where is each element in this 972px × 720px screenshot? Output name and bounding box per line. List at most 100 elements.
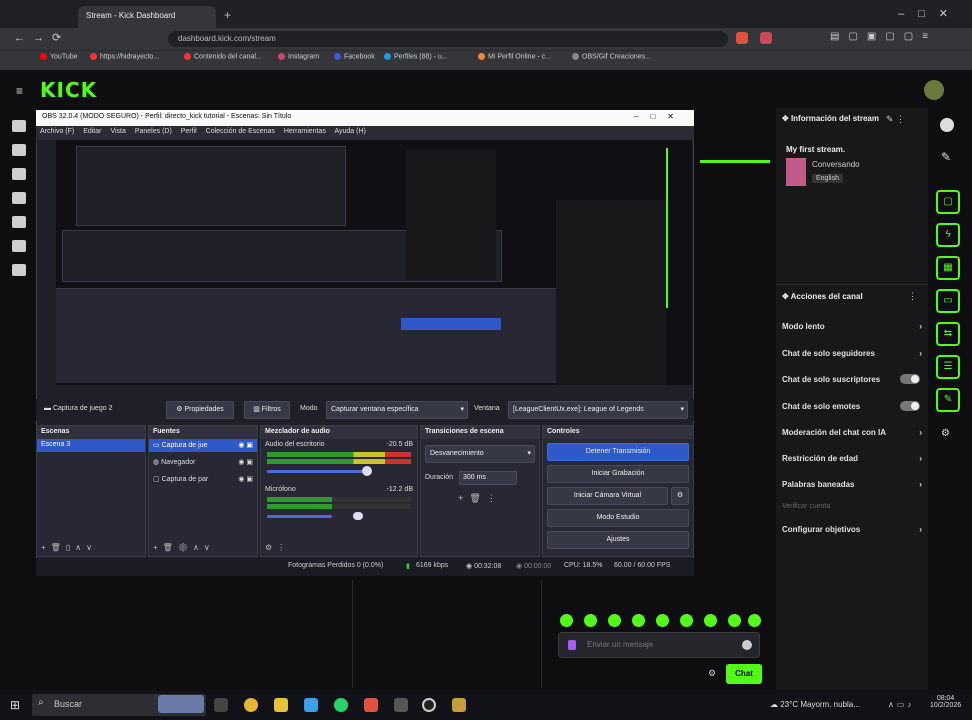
eye-lock-icon[interactable]: ◉ ▣ [238, 458, 253, 466]
volume-slider[interactable] [267, 466, 411, 478]
sidebar-home-icon[interactable] [12, 120, 26, 132]
emote-icon[interactable] [632, 614, 645, 627]
stream-category[interactable]: Conversando [812, 160, 860, 169]
emote-icon[interactable] [560, 614, 573, 627]
tab-kick-dashboard[interactable]: Stream - Kick Dashboard [78, 6, 216, 28]
bookmark-item[interactable]: YouTube [40, 53, 78, 60]
source-item[interactable]: ▢ Captura de par ◉ ▣ [149, 473, 257, 486]
sidebar-chat-icon[interactable] [12, 192, 26, 204]
studio-mode-button[interactable]: Modo Estudio [547, 509, 689, 527]
chat-icon[interactable]: ▭ [936, 289, 960, 313]
volume-slider[interactable] [267, 511, 411, 523]
scene-toolbar-icons[interactable]: +🗑▯∧∨ [41, 543, 97, 552]
bookmark-item[interactable]: Instagram [278, 53, 319, 60]
bookmark-item[interactable]: Facebook [334, 53, 375, 60]
source-item[interactable]: ◍ Navegador ◉ ▣ [149, 456, 257, 469]
menu-profile[interactable]: Perfil [181, 128, 197, 135]
menu-view[interactable]: Vista [110, 128, 125, 135]
raid-icon[interactable]: ⇆ [936, 322, 960, 346]
emote-icon[interactable] [656, 614, 669, 627]
new-tab-icon[interactable]: + [224, 8, 231, 22]
mixer-toolbar-icons[interactable]: ⚙⋮ [265, 543, 290, 552]
extension-icon[interactable] [760, 32, 772, 44]
obs-taskbar-icon[interactable] [422, 698, 436, 712]
stop-streaming-button[interactable]: Detener Transmisión [547, 443, 689, 461]
drag-icon[interactable]: ✥ [782, 292, 791, 301]
menu-scene-collection[interactable]: Colección de Escenas [206, 128, 275, 135]
emoji-icon[interactable] [742, 640, 752, 650]
transition-toolbar-icons[interactable]: +🗑⋮ [421, 493, 539, 504]
emote-icon[interactable] [680, 614, 693, 627]
emote-icon[interactable] [584, 614, 597, 627]
clock[interactable]: 08:04 10/2/2026 [930, 695, 961, 709]
slider-handle[interactable] [353, 512, 364, 520]
toolbar-icons[interactable]: ▤▢▣▢▢≡ [830, 31, 937, 42]
source-item[interactable]: ▭ Captura de jue ◉ ▣ [149, 439, 257, 452]
obs-window-controls-icon[interactable]: –□✕ [634, 112, 686, 121]
start-virtual-camera-button[interactable]: Iniciar Cámara Virtual [547, 487, 668, 505]
whatsapp-icon[interactable] [334, 698, 348, 712]
bookmark-item[interactable]: Perfiles (88) - u... [384, 53, 448, 60]
chat-input[interactable]: Enviar un mensaje [558, 632, 760, 658]
menu-docks[interactable]: Paneles (D) [135, 128, 172, 135]
slider-handle[interactable] [362, 466, 373, 476]
duration-input[interactable]: 300 ms [458, 471, 517, 485]
emote-icon[interactable] [608, 614, 621, 627]
emotes-only-toggle[interactable] [900, 401, 920, 411]
calendar-icon[interactable]: ▦ [936, 256, 960, 280]
action-ai-moderation[interactable]: Moderación del chat con IA › [782, 428, 922, 437]
properties-button[interactable]: ⚙ Propiedades [166, 401, 234, 419]
avatar[interactable] [924, 80, 944, 100]
menu-icon[interactable]: ≡ [16, 84, 23, 98]
file-explorer-icon[interactable] [274, 698, 288, 712]
profile-icon[interactable] [940, 118, 954, 132]
filters-button[interactable]: ▥ Filtros [244, 401, 290, 419]
sidebar-content-icon[interactable] [12, 240, 26, 252]
obs-preview[interactable] [56, 140, 692, 385]
brave-shield-icon[interactable] [736, 32, 748, 44]
mode-select[interactable]: Capturar ventana específica ▾ [326, 401, 468, 419]
task-view-icon[interactable] [214, 698, 228, 712]
store-icon[interactable] [304, 698, 318, 712]
brave-icon[interactable] [364, 698, 378, 712]
more-icon[interactable]: ⋮ [908, 291, 917, 302]
menu-edit[interactable]: Editar [83, 128, 101, 135]
sidebar-settings-icon[interactable] [12, 264, 26, 276]
app-icon[interactable] [394, 698, 408, 712]
eye-lock-icon[interactable]: ◉ ▣ [238, 441, 253, 449]
kick-logo[interactable]: KICK [40, 78, 97, 102]
bookmark-item[interactable]: https://hidrayecto... [90, 53, 159, 60]
chat-settings-icon[interactable]: ⚙ [708, 668, 716, 679]
bookmark-item[interactable]: Contenido del canal... [184, 53, 262, 60]
bookmark-item[interactable]: OBS/Gif Creaciones... [572, 53, 651, 60]
menu-help[interactable]: Ayuda (H) [334, 128, 365, 135]
action-configure-goals[interactable]: Configurar objetivos › [782, 525, 922, 534]
subscribers-only-toggle[interactable] [900, 374, 920, 384]
chrome-icon[interactable] [244, 698, 258, 712]
sidebar-stream-icon[interactable] [12, 144, 26, 156]
source-toolbar-icons[interactable]: +🗑⚙∧∨ [153, 543, 215, 552]
windows-start-icon[interactable]: ⊞ [10, 698, 20, 712]
virtual-camera-settings-icon[interactable]: ⚙ [671, 487, 689, 505]
drag-icon[interactable]: ✥ [782, 114, 791, 123]
transition-select[interactable]: Desvanecimiento ▾ [425, 445, 535, 463]
window-select[interactable]: [LeagueClientUx.exe]: League of Legends ▾ [508, 401, 688, 419]
send-chat-button[interactable]: Chat [726, 664, 762, 684]
window-controls-icon[interactable]: –□✕ [898, 7, 962, 20]
nav-arrows-icon[interactable]: ←→⟳ [14, 31, 69, 44]
menu-tools[interactable]: Herramientas [284, 128, 326, 135]
league-icon[interactable] [452, 698, 466, 712]
scene-item[interactable]: Escena 3 [37, 439, 145, 452]
tool-icon[interactable]: ✎ [936, 388, 960, 412]
action-followers-only[interactable]: Chat de solo seguidores › [782, 349, 922, 358]
action-slow-mode[interactable]: Modo lento › [782, 322, 922, 331]
action-age-restriction[interactable]: Restricción de edad › [782, 454, 922, 463]
pencil-icon[interactable]: ✎ [941, 150, 951, 164]
edit-icon[interactable]: ✎ ⋮ [886, 114, 905, 125]
start-recording-button[interactable]: Iniciar Grabación [547, 465, 689, 483]
sidebar-tools-icon[interactable] [12, 216, 26, 228]
settings-icon[interactable]: ⚙ [941, 428, 950, 439]
bookmark-item[interactable]: Mi Perfil Online - c... [478, 53, 551, 60]
menu-file[interactable]: Archivo (F) [40, 128, 74, 135]
action-banned-words[interactable]: Palabras baneadas › [782, 480, 922, 489]
